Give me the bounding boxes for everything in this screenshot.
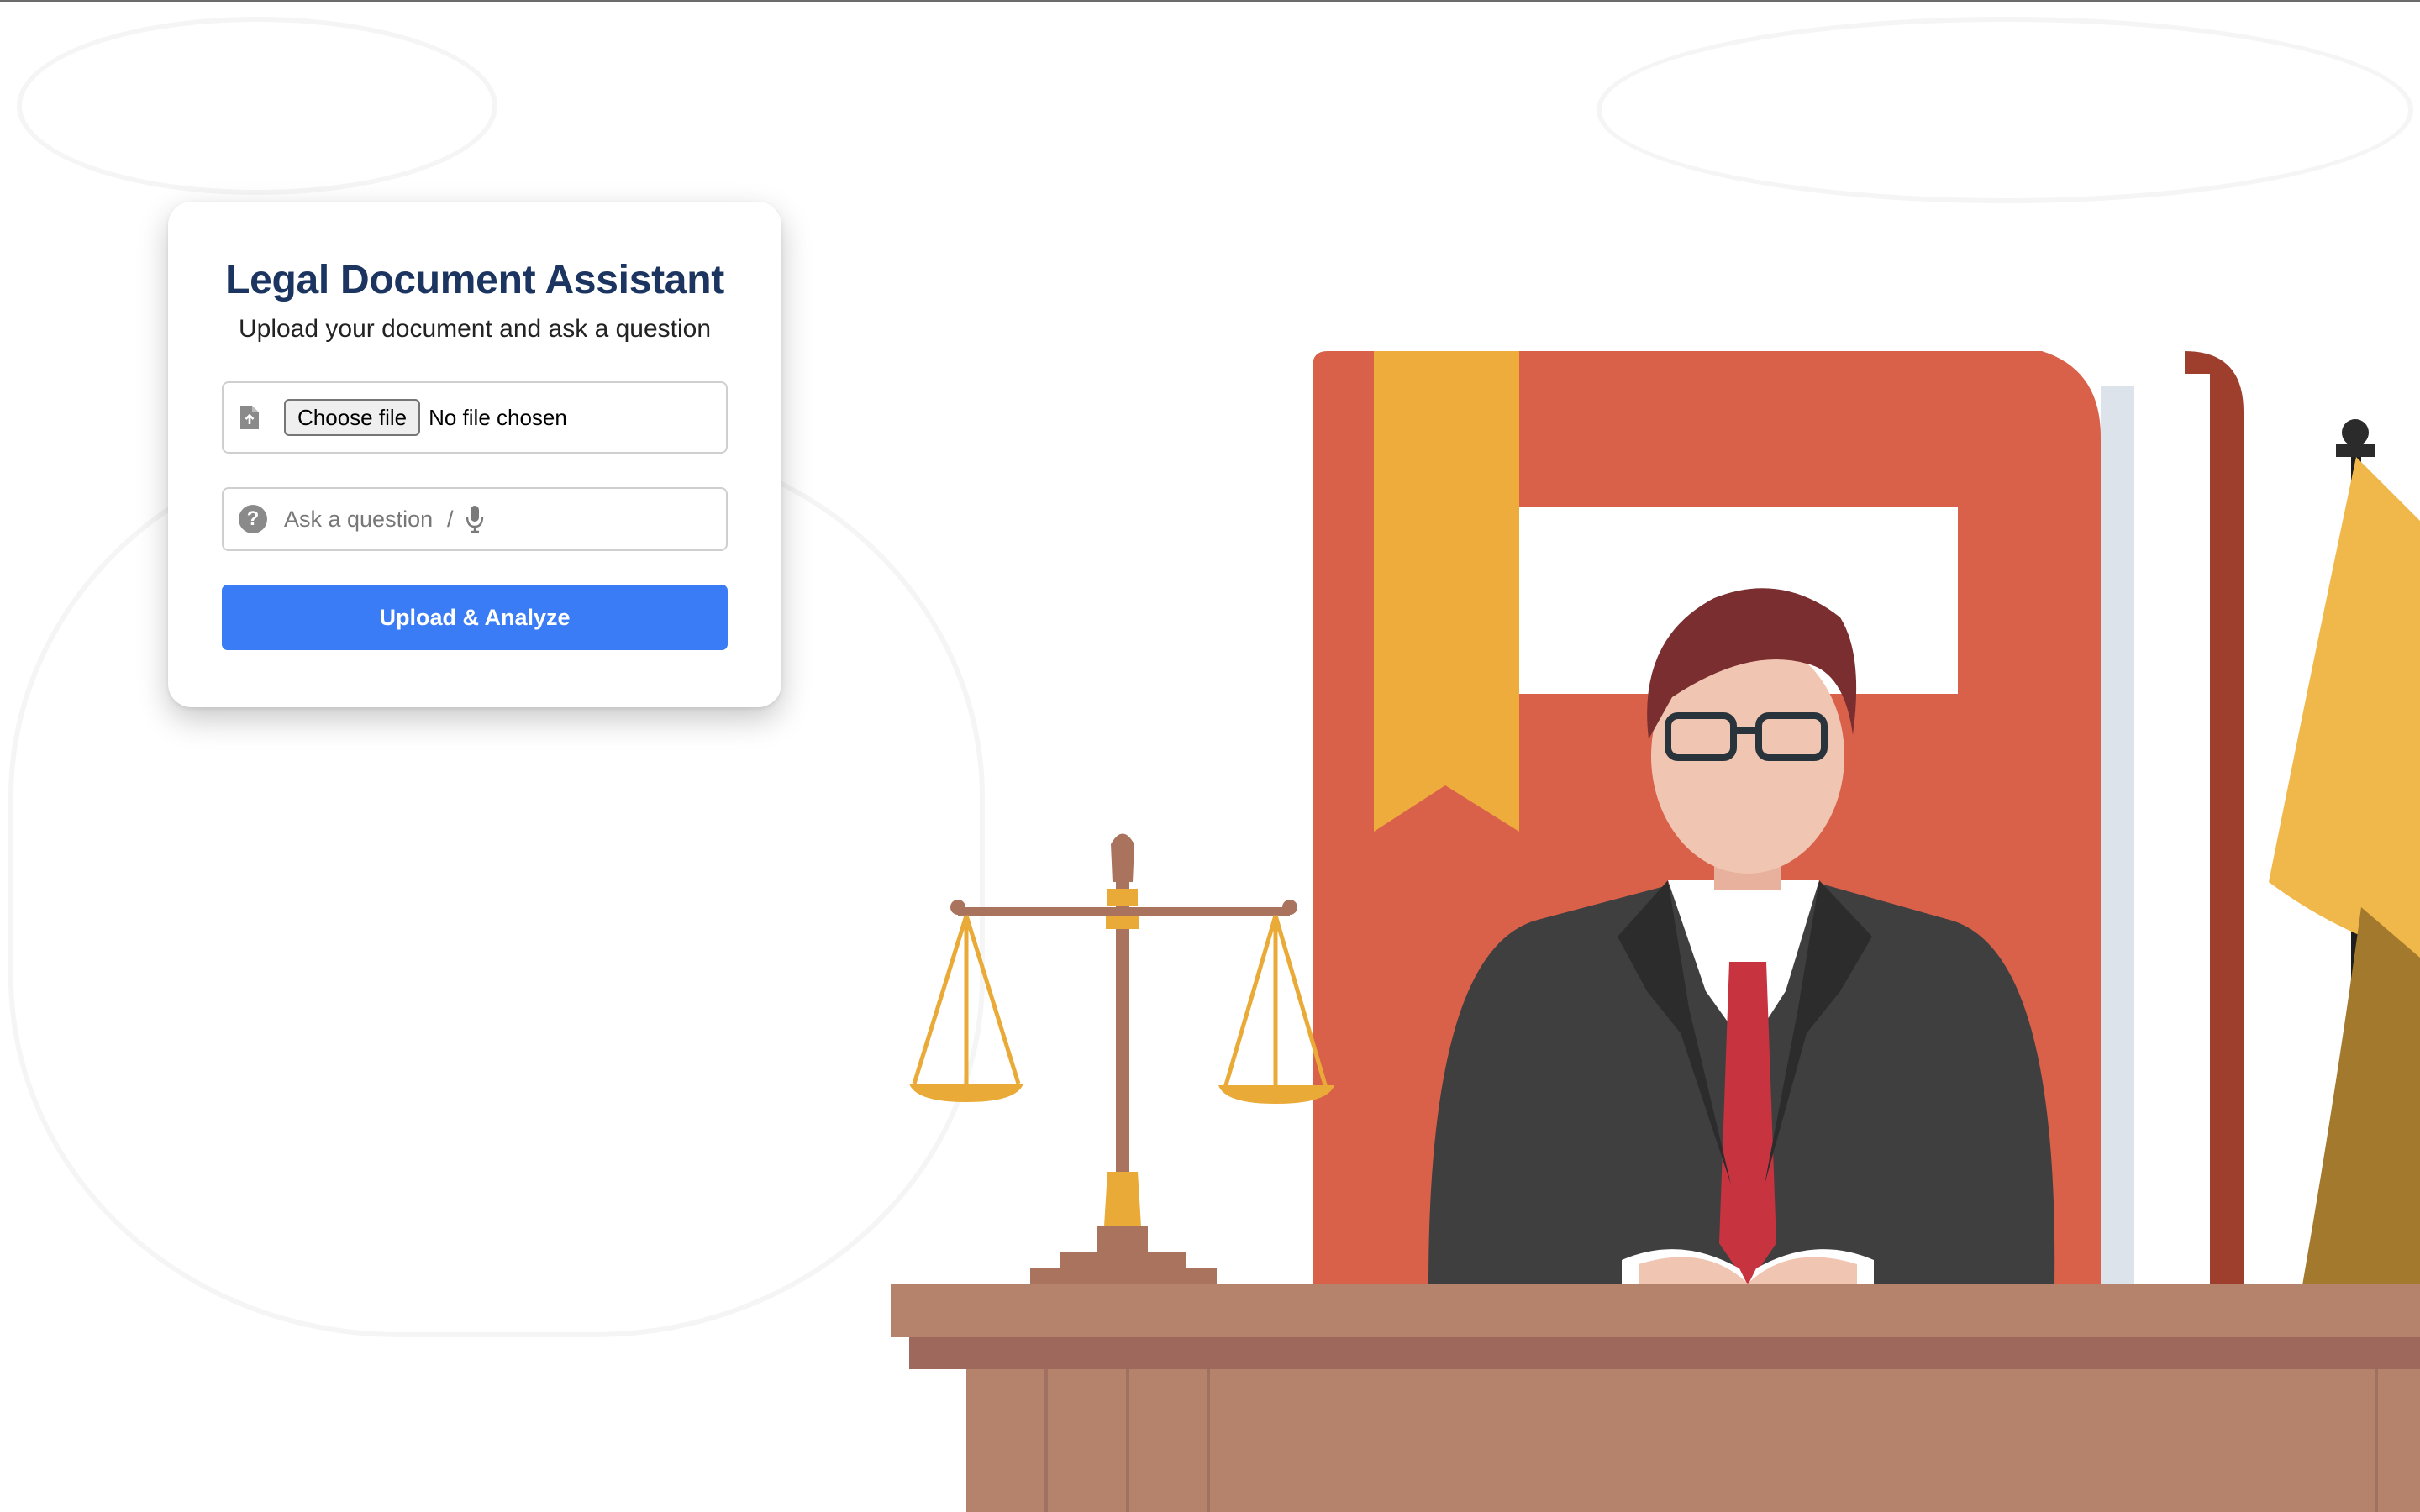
desk [891,1284,2420,1512]
page-subtitle: Upload your document and ask a question [238,315,712,343]
microphone-icon[interactable] [466,505,484,533]
question-icon: ? [239,505,267,533]
upload-analyze-button[interactable]: Upload & Analyze [222,585,728,650]
file-status: No file chosen [429,404,567,430]
bookmark [1374,351,1519,832]
upload-card: Legal Document Assistant Upload your doc… [168,202,781,707]
file-upload-icon [239,404,260,431]
question-field[interactable]: ? / [222,487,728,551]
input-separator: / [447,506,454,532]
choose-file-button[interactable]: Choose file [284,399,421,436]
question-input[interactable] [284,506,444,533]
file-upload-field[interactable]: Choose file No file chosen [222,381,728,454]
flag [2269,419,2420,1289]
scales-of-justice [909,833,1334,1287]
page-title: Legal Document Assistant [225,258,724,302]
